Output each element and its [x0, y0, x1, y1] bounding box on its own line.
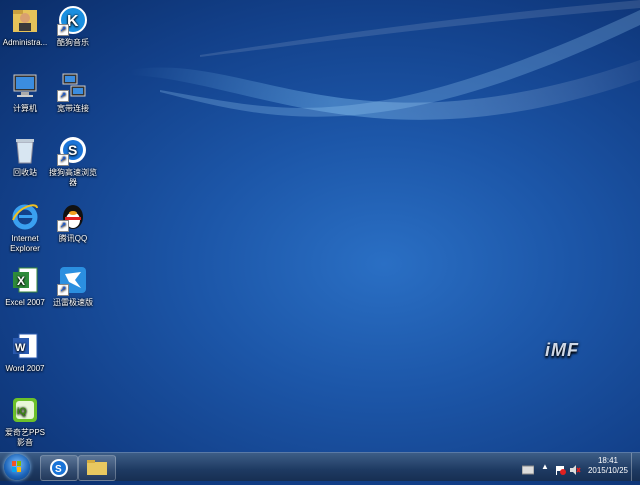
icon-label: 宽带连接 — [57, 104, 89, 113]
broadband-connection-icon[interactable]: ↗ 宽带连接 — [48, 70, 98, 114]
svg-text:S: S — [68, 142, 77, 158]
svg-text:X: X — [17, 274, 25, 288]
icon-label: 迅雷极速版 — [53, 298, 93, 307]
icon-label: Word 2007 — [5, 364, 45, 373]
system-clock[interactable]: 18:41 2015/10/25 — [588, 456, 628, 476]
kugou-music-icon[interactable]: K ↗ 酷狗音乐 — [48, 4, 98, 48]
volume-muted-icon[interactable] — [569, 462, 581, 475]
show-desktop-button[interactable] — [631, 453, 640, 481]
iqiyi-logo-icon: iQ — [9, 394, 41, 426]
tencent-qq-icon[interactable]: ↗ 腾讯QQ — [48, 200, 98, 244]
recycle-bin-icon[interactable]: 回收站 — [0, 134, 50, 178]
kugou-logo-icon: K ↗ — [57, 4, 89, 36]
wallpaper-logo: iMF — [545, 340, 579, 360]
excel-2007-icon[interactable]: X Excel 2007 — [0, 264, 50, 308]
administrator-folder-icon[interactable]: Administra... — [0, 4, 50, 48]
icon-label: 搜狗高速浏览器 — [49, 168, 97, 187]
icon-label: 腾讯QQ — [58, 234, 88, 243]
clock-time: 18:41 — [597, 456, 618, 465]
icon-label: 回收站 — [13, 168, 37, 177]
folder-icon — [87, 460, 107, 475]
icon-label: Administra... — [2, 38, 48, 47]
svg-text:iQ: iQ — [17, 406, 27, 416]
icon-label: Internet Explorer — [10, 234, 40, 253]
shortcut-arrow-icon: ↗ — [57, 154, 69, 166]
shortcut-arrow-icon: ↗ — [57, 220, 69, 232]
start-button[interactable] — [4, 454, 30, 480]
sogou-logo-icon: S ↗ — [57, 134, 89, 166]
keyboard-icon[interactable] — [521, 462, 535, 475]
internet-explorer-icon[interactable]: Internet Explorer — [0, 200, 50, 254]
sogou-logo-icon: S — [50, 459, 68, 477]
word-2007-icon[interactable]: W Word 2007 — [0, 330, 50, 374]
show-hidden-icons-icon[interactable]: ▲ — [541, 462, 553, 472]
excel-logo-icon: X — [9, 264, 41, 296]
word-logo-icon: W — [9, 330, 41, 362]
user-folder-icon — [9, 4, 41, 36]
windows-logo-icon — [12, 461, 21, 472]
icon-label: 酷狗音乐 — [57, 38, 89, 47]
ie-logo-icon — [9, 200, 41, 232]
icon-label: 爱奇艺PPS 影音 — [4, 428, 45, 447]
iqiyi-pps-icon[interactable]: iQ 爱奇艺PPS 影音 — [0, 394, 50, 448]
icon-label: 计算机 — [13, 104, 37, 113]
qq-penguin-icon: ↗ — [57, 200, 89, 232]
taskbar-explorer-button[interactable] — [78, 455, 116, 481]
shortcut-arrow-icon: ↗ — [57, 24, 69, 36]
taskbar-sogou-browser-button[interactable]: S — [40, 455, 78, 481]
clock-date: 2015/10/25 — [587, 466, 628, 475]
computer-icon[interactable]: 计算机 — [0, 70, 50, 114]
thunder-bird-icon: ↗ — [57, 264, 89, 296]
sogou-browser-icon[interactable]: S ↗ 搜狗高速浏览器 — [48, 134, 98, 188]
trash-icon — [9, 134, 41, 166]
shortcut-arrow-icon: ↗ — [57, 90, 69, 102]
xunlei-icon[interactable]: ↗ 迅雷极速版 — [48, 264, 98, 308]
network-icon: ↗ — [57, 70, 89, 102]
svg-text:S: S — [55, 464, 62, 475]
icon-label: Excel 2007 — [5, 298, 45, 307]
action-center-flag-icon[interactable] — [554, 462, 566, 475]
taskbar: S ▲ 18:41 2015/10/25 — [0, 452, 640, 481]
svg-text:W: W — [15, 342, 26, 354]
shortcut-arrow-icon: ↗ — [57, 284, 69, 296]
monitor-icon — [9, 70, 41, 102]
